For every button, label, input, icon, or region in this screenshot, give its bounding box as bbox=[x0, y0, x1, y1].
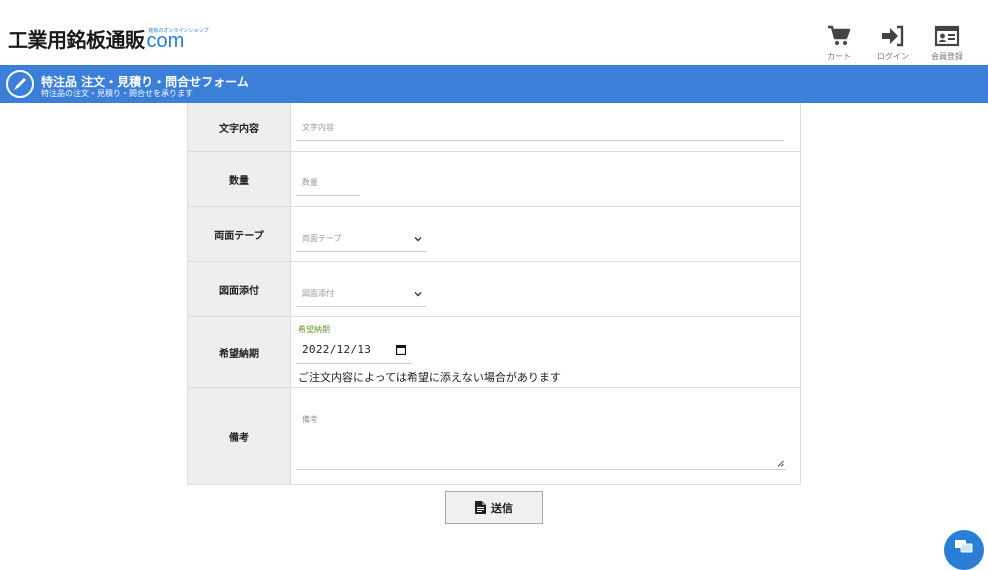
nav-cart-label: カート bbox=[827, 52, 851, 61]
chevron-down-icon bbox=[414, 292, 422, 297]
pencil-icon bbox=[6, 70, 34, 98]
document-icon bbox=[475, 501, 486, 514]
label-desired-date: 希望納期 bbox=[188, 317, 291, 387]
form-row-remarks: 備考 備考 bbox=[188, 387, 800, 484]
value-cell-drawing-attach: 図面添付 bbox=[291, 262, 800, 316]
logo-com-wrap: 銘板のオンラインショップ com bbox=[147, 28, 209, 52]
page-subtitle: 特注品の注文・見積り・問合せを承ります bbox=[41, 89, 193, 98]
login-icon bbox=[882, 25, 904, 47]
value-cell-text-content: 文字内容 bbox=[291, 103, 800, 151]
label-quantity: 数量 bbox=[188, 152, 291, 206]
form-row-quantity: 数量 数量 bbox=[188, 151, 800, 206]
value-cell-double-tape: 両面テープ bbox=[291, 207, 800, 261]
form-row-double-tape: 両面テープ 両面テープ bbox=[188, 206, 800, 261]
order-form: 文字内容 文字内容 数量 数量 両面テープ 両面テープ 図面添付 図面添付 希望… bbox=[187, 103, 801, 485]
submit-label: 送信 bbox=[491, 501, 513, 515]
desired-date-input[interactable]: 2022/12/13 bbox=[296, 336, 412, 364]
page-title-bar: 特注品 注文・見積り・問合せフォーム 特注品の注文・見積り・問合せを承ります bbox=[0, 65, 988, 103]
value-cell-remarks: 備考 bbox=[291, 388, 800, 484]
member-card-icon bbox=[934, 25, 960, 47]
double-tape-select-value: 両面テープ bbox=[302, 234, 342, 243]
quantity-input[interactable]: 数量 bbox=[296, 170, 360, 196]
label-remarks: 備考 bbox=[188, 388, 291, 484]
label-drawing-attach: 図面添付 bbox=[188, 262, 291, 316]
desired-date-note: ご注文内容によっては希望に添えない場合があります bbox=[298, 371, 561, 384]
chat-icon bbox=[955, 540, 973, 553]
calendar-icon[interactable] bbox=[396, 345, 406, 355]
cart-icon bbox=[828, 25, 851, 45]
header-nav: カート ログイン 会員登録 bbox=[812, 24, 974, 62]
remarks-textarea[interactable]: 備考 bbox=[296, 406, 786, 470]
chat-button[interactable] bbox=[944, 530, 984, 570]
submit-button[interactable]: 送信 bbox=[445, 491, 543, 524]
nav-login-label: ログイン bbox=[877, 52, 909, 61]
drawing-attach-select-value: 図面添付 bbox=[302, 289, 334, 298]
desired-date-field-label: 希望納期 bbox=[298, 325, 330, 334]
nav-login[interactable]: ログイン bbox=[866, 24, 920, 62]
label-double-tape: 両面テープ bbox=[188, 207, 291, 261]
label-text-content: 文字内容 bbox=[188, 103, 291, 151]
value-cell-quantity: 数量 bbox=[291, 152, 800, 206]
form-row-desired-date: 希望納期 希望納期 2022/12/13 ご注文内容によっては希望に添えない場合… bbox=[188, 316, 800, 387]
nav-register-label: 会員登録 bbox=[931, 52, 963, 61]
chevron-down-icon bbox=[414, 237, 422, 242]
nav-register[interactable]: 会員登録 bbox=[920, 24, 974, 62]
site-logo[interactable]: 工業用銘板通販 銘板のオンラインショップ com bbox=[8, 28, 209, 52]
text-content-input[interactable]: 文字内容 bbox=[296, 115, 784, 141]
value-cell-desired-date: 希望納期 2022/12/13 ご注文内容によっては希望に添えない場合があります bbox=[291, 317, 800, 387]
nav-cart[interactable]: カート bbox=[812, 24, 866, 62]
double-tape-select[interactable]: 両面テープ bbox=[296, 226, 426, 252]
desired-date-value: 2022/12/13 bbox=[302, 343, 372, 356]
form-row-drawing-attach: 図面添付 図面添付 bbox=[188, 261, 800, 316]
remarks-placeholder: 備考 bbox=[302, 415, 318, 424]
logo-tagline: 銘板のオンラインショップ bbox=[148, 28, 209, 34]
drawing-attach-select[interactable]: 図面添付 bbox=[296, 281, 426, 307]
site-header: 工業用銘板通販 銘板のオンラインショップ com カート ログイン 会員登録 bbox=[0, 0, 988, 65]
resize-handle-icon[interactable] bbox=[777, 460, 784, 467]
form-row-text-content: 文字内容 文字内容 bbox=[188, 103, 800, 151]
logo-text: 工業用銘板通販 bbox=[8, 28, 145, 52]
